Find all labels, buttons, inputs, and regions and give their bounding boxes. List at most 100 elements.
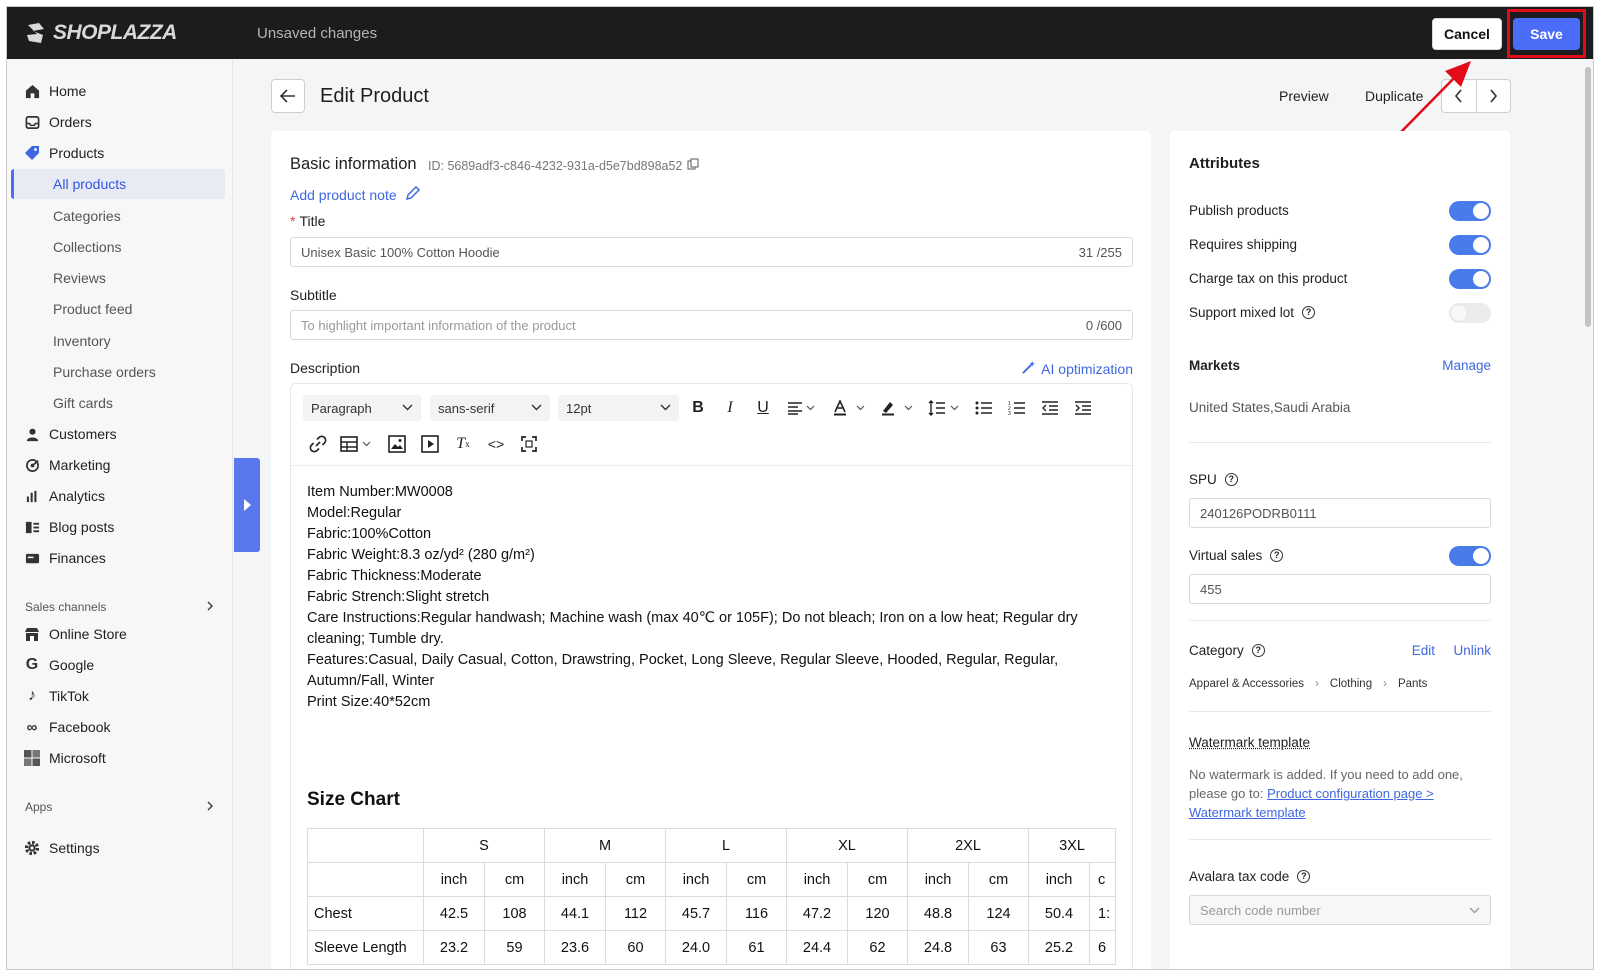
category-row: Category ? Edit Unlink — [1189, 638, 1491, 662]
category-crumb: Clothing — [1329, 678, 1373, 690]
charge-tax-toggle[interactable] — [1449, 269, 1491, 289]
sidebar-item-customers[interactable]: Customers — [7, 419, 233, 449]
table-cell: 24.4 — [786, 930, 848, 965]
save-button[interactable]: Save — [1513, 18, 1580, 50]
row-label: Sleeve Length — [307, 930, 424, 965]
sidebar-item-orders[interactable]: Orders — [7, 107, 233, 137]
sidebar-subitem-categories[interactable]: Categories — [7, 201, 233, 231]
underline-icon[interactable]: U — [751, 396, 775, 420]
sales-channels-header[interactable]: Sales channels — [25, 600, 215, 615]
unit-header: inch — [423, 862, 485, 897]
add-product-note-link[interactable]: Add product note — [290, 185, 421, 204]
sidebar-collapse-toggle[interactable] — [234, 458, 260, 552]
charge-tax-row: Charge tax on this product — [1189, 266, 1491, 290]
sidebar-subitem-product-feed[interactable]: Product feed — [7, 294, 233, 324]
markets-manage-link[interactable]: Manage — [1442, 358, 1491, 373]
sidebar-channel-microsoft[interactable]: Microsoft — [7, 743, 233, 773]
source-code-icon[interactable]: <> — [484, 432, 508, 456]
copy-icon[interactable] — [687, 158, 699, 173]
sidebar-item-marketing[interactable]: Marketing — [7, 450, 233, 480]
brand-logo[interactable]: SHOPLAZZA — [25, 21, 177, 45]
sidebar-item-label: Microsoft — [49, 750, 106, 766]
sidebar-channel-google[interactable]: G Google — [7, 650, 233, 680]
align-icon[interactable] — [785, 396, 819, 420]
sidebar-item-home[interactable]: Home — [7, 76, 233, 106]
apps-header[interactable]: Apps — [25, 800, 215, 815]
virtual-sales-toggle[interactable] — [1449, 546, 1491, 566]
tag-icon — [23, 144, 41, 162]
sidebar-subitem-collections[interactable]: Collections — [7, 232, 233, 262]
category-edit-link[interactable]: Edit — [1412, 643, 1435, 658]
description-line: Fabric Thickness:Moderate — [307, 568, 482, 584]
sidebar-channel-tiktok[interactable]: ♪ TikTok — [7, 681, 233, 711]
image-icon[interactable] — [385, 432, 409, 456]
help-icon[interactable]: ? — [1224, 472, 1238, 486]
scrollbar-thumb[interactable] — [1585, 67, 1591, 327]
unit-header: inch — [907, 862, 969, 897]
bold-icon[interactable]: B — [686, 396, 710, 420]
block-format-select[interactable]: Paragraph — [303, 395, 421, 421]
sidebar-item-finances[interactable]: Finances — [7, 543, 233, 573]
chevron-right-icon — [205, 800, 215, 815]
spu-input[interactable]: 240126PODRB0111 — [1189, 498, 1491, 528]
highlight-color-icon[interactable] — [879, 396, 917, 420]
font-size-select[interactable]: 12pt — [558, 395, 679, 421]
description-content[interactable]: Item Number:MW0008 Model:Regular Fabric:… — [307, 482, 1117, 713]
sidebar-item-settings[interactable]: Settings — [7, 833, 233, 863]
help-icon[interactable]: ? — [1251, 643, 1265, 657]
bullet-list-icon[interactable] — [972, 396, 996, 420]
preview-button[interactable]: Preview — [1279, 88, 1329, 104]
help-icon[interactable]: ? — [1297, 869, 1311, 883]
text-color-icon[interactable] — [831, 396, 869, 420]
line-height-icon[interactable] — [927, 396, 963, 420]
avalara-tax-code-select[interactable]: Search code number — [1189, 895, 1491, 925]
font-family-value: sans-serif — [438, 400, 495, 416]
table-cell: 50.4 — [1028, 896, 1090, 931]
indent-icon[interactable] — [1071, 396, 1095, 420]
sidebar-subitem-all-products[interactable]: All products — [11, 169, 225, 199]
table-cell: 61 — [726, 930, 787, 965]
sidebar-item-products[interactable]: Products — [7, 138, 233, 168]
sidebar-channel-online-store[interactable]: Online Store — [7, 619, 233, 649]
clear-format-icon[interactable]: Tx — [451, 432, 475, 456]
help-icon[interactable]: ? — [1302, 305, 1316, 319]
numbered-list-icon[interactable]: 123 — [1005, 396, 1029, 420]
sidebar-item-label: Products — [49, 145, 105, 161]
sidebar-item-analytics[interactable]: Analytics — [7, 481, 233, 511]
italic-icon[interactable]: I — [718, 396, 742, 420]
subtitle-input[interactable]: To highlight important information of th… — [290, 310, 1133, 340]
virtual-sales-input[interactable]: 455 — [1189, 574, 1491, 604]
back-button[interactable] — [271, 79, 305, 113]
title-input[interactable]: Unisex Basic 100% Cotton Hoodie 31 /255 — [290, 237, 1133, 267]
sidebar-subitem-gift-cards[interactable]: Gift cards — [7, 388, 233, 418]
link-icon[interactable] — [306, 432, 330, 456]
requires-shipping-toggle[interactable] — [1449, 235, 1491, 255]
product-id-text: ID: 5689adf3-c846-4232-931a-d5e7bd898a52 — [428, 158, 683, 173]
description-line: Item Number:MW0008 — [307, 484, 453, 500]
sidebar-item-label: Orders — [49, 114, 92, 130]
product-id: ID: 5689adf3-c846-4232-931a-d5e7bd898a52 — [428, 158, 699, 173]
description-editor[interactable]: Paragraph sans-serif 12pt B I U 1 2 3 T … — [290, 383, 1133, 969]
help-icon[interactable]: ? — [1270, 548, 1284, 562]
page-scrollbar[interactable] — [1583, 59, 1593, 969]
category-unlink-link[interactable]: Unlink — [1453, 643, 1491, 658]
ai-optimization-button[interactable]: AI optimization — [1021, 360, 1133, 378]
size-chart-table: S M L XL 2XL 3XL inch cm inch cm inch cm in… — [307, 828, 1116, 965]
unit-header: inch — [786, 862, 848, 897]
support-mixed-lot-row: Support mixed lot ? — [1189, 300, 1491, 324]
fullscreen-icon[interactable] — [517, 432, 541, 456]
sidebar-subitem-purchase-orders[interactable]: Purchase orders — [7, 357, 233, 387]
sidebar-subitem-reviews[interactable]: Reviews — [7, 263, 233, 293]
video-icon[interactable] — [418, 432, 442, 456]
table-icon[interactable] — [339, 432, 375, 456]
sidebar-subitem-inventory[interactable]: Inventory — [7, 326, 233, 356]
sidebar-channel-facebook[interactable]: ∞ Facebook — [7, 712, 233, 742]
unit-header: c — [1089, 862, 1116, 897]
publish-products-toggle[interactable] — [1449, 201, 1491, 221]
cancel-button[interactable]: Cancel — [1432, 18, 1502, 50]
font-family-select[interactable]: sans-serif — [430, 395, 550, 421]
sidebar-item-blog-posts[interactable]: Blog posts — [7, 512, 233, 542]
sales-channels-header-label: Sales channels — [25, 600, 107, 614]
outdent-icon[interactable] — [1038, 396, 1062, 420]
support-mixed-lot-toggle[interactable] — [1449, 303, 1491, 323]
